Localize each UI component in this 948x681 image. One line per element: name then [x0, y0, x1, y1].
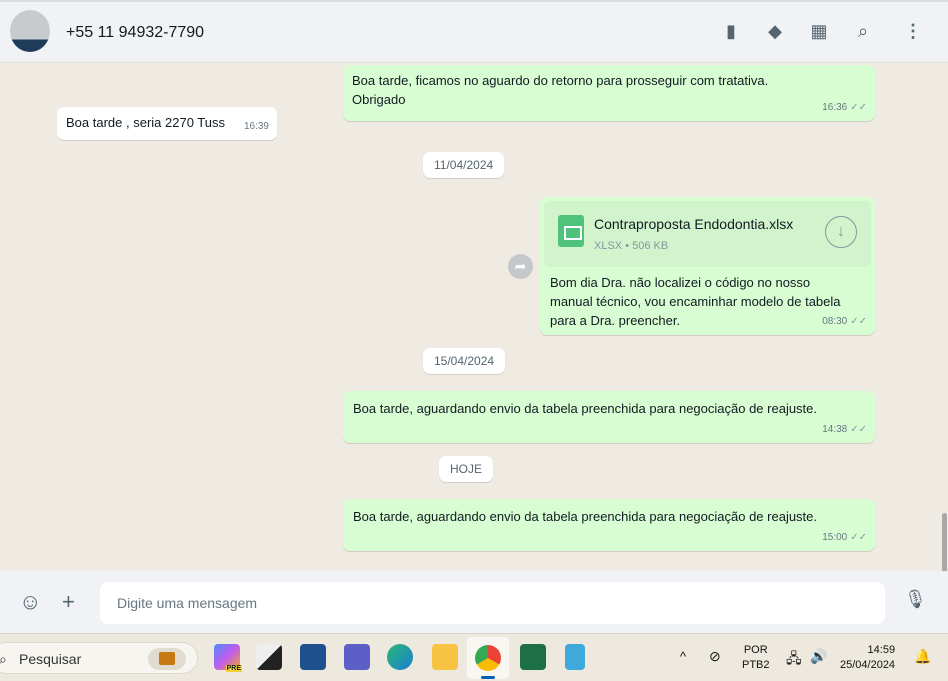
contact-avatar[interactable] — [10, 10, 50, 52]
catalog-icon[interactable]: ▦ — [808, 20, 830, 42]
language-indicator[interactable]: POR PTB2 — [742, 643, 770, 673]
composer: ☺ + 🎙 — [0, 571, 948, 633]
label-icon[interactable]: ◆ — [764, 20, 786, 42]
copilot-icon[interactable]: PRE — [214, 644, 242, 672]
message-time: 08:30 ✓✓ — [822, 316, 867, 327]
double-check-icon: ✓✓ — [850, 102, 867, 113]
message-outgoing-file: Contraproposta Endodontia.xlsx XLSX • 50… — [540, 197, 875, 335]
message-text: Boa tarde, ficamos no aguardo do retorno… — [352, 73, 769, 88]
forward-icon[interactable]: ➦ — [508, 254, 533, 279]
taskbar-search[interactable]: ⌕ Pesquisar — [0, 642, 198, 674]
file-explorer-icon[interactable] — [432, 644, 458, 670]
file-meta: XLSX • 506 KB — [594, 240, 669, 252]
onedrive-offline-icon[interactable]: ⊘ — [709, 648, 721, 665]
double-check-icon: ✓✓ — [850, 424, 867, 435]
network-icon[interactable]: 🖧 — [786, 648, 802, 672]
message-text: Boa tarde, aguardando envio da tabela pr… — [353, 401, 818, 416]
double-check-icon: ✓✓ — [850, 532, 867, 543]
date-separator: 15/04/2024 — [423, 348, 506, 374]
search-icon: ⌕ — [0, 651, 7, 667]
message-time: 15:00 ✓✓ — [822, 532, 867, 543]
file-attachment[interactable]: Contraproposta Endodontia.xlsx XLSX • 50… — [544, 201, 871, 267]
excel-icon[interactable] — [520, 644, 546, 670]
message-outgoing: Boa tarde, ficamos no aguardo do retorno… — [343, 65, 875, 121]
emoji-icon[interactable]: ☺ — [19, 589, 41, 615]
show-hidden-icons-icon[interactable]: ^ — [680, 649, 686, 664]
notification-bell-icon[interactable]: 🔔 — [914, 648, 931, 665]
notepad-icon[interactable] — [565, 644, 585, 670]
chat-header: +55 11 94932-7790 ▮ ◆ ▦ ⌕ ⋮ — [0, 0, 948, 63]
contact-name[interactable]: +55 11 94932-7790 — [66, 24, 204, 42]
download-icon[interactable]: ↓ — [825, 216, 857, 248]
chrome-taskbar-button[interactable] — [467, 637, 509, 679]
edge-icon[interactable] — [387, 644, 413, 670]
message-outgoing: Boa tarde, aguardando envio da tabela pr… — [343, 391, 875, 443]
microphone-icon[interactable]: 🎙 — [904, 589, 927, 610]
message-text: Boa tarde , seria 2270 Tuss — [66, 115, 225, 130]
message-text: Obrigado — [352, 92, 406, 107]
message-outgoing: Boa tarde, aguardando envio da tabela pr… — [343, 499, 875, 551]
message-text: Bom dia Dra. não localizei o código no n… — [550, 275, 841, 328]
message-incoming: Boa tarde , seria 2270 Tuss 16:39 — [57, 107, 277, 140]
briefcase-icon — [148, 648, 186, 670]
task-view-icon[interactable] — [256, 644, 282, 670]
double-check-icon: ✓✓ — [850, 316, 867, 327]
archive-icon[interactable]: ▮ — [720, 20, 742, 42]
search-icon[interactable]: ⌕ — [852, 20, 874, 42]
message-input[interactable] — [100, 582, 885, 624]
attach-plus-icon[interactable]: + — [62, 589, 75, 615]
store-icon[interactable] — [300, 644, 326, 670]
scrollbar[interactable] — [940, 63, 948, 623]
message-list: Boa tarde, ficamos no aguardo do retorno… — [0, 63, 940, 571]
teams-icon[interactable] — [344, 644, 370, 670]
date-separator: HOJE — [439, 456, 494, 482]
menu-icon[interactable]: ⋮ — [902, 20, 924, 42]
date-separator: 11/04/2024 — [423, 152, 505, 178]
file-name: Contraproposta Endodontia.xlsx — [594, 216, 794, 232]
message-text: Boa tarde, aguardando envio da tabela pr… — [353, 509, 818, 524]
message-time: 16:39 — [243, 121, 269, 132]
message-time: 14:38 ✓✓ — [822, 424, 867, 435]
chrome-icon — [475, 645, 501, 671]
volume-icon[interactable]: 🔊 — [810, 648, 827, 665]
search-label: Pesquisar — [19, 651, 82, 667]
taskbar: ⌕ Pesquisar PRE ^ ⊘ POR PTB2 🖧 🔊 14:59 25/… — [0, 633, 948, 681]
spreadsheet-icon — [558, 215, 584, 247]
clock[interactable]: 14:59 25/04/2024 — [840, 643, 895, 673]
message-time: 16:36 ✓✓ — [822, 102, 867, 113]
